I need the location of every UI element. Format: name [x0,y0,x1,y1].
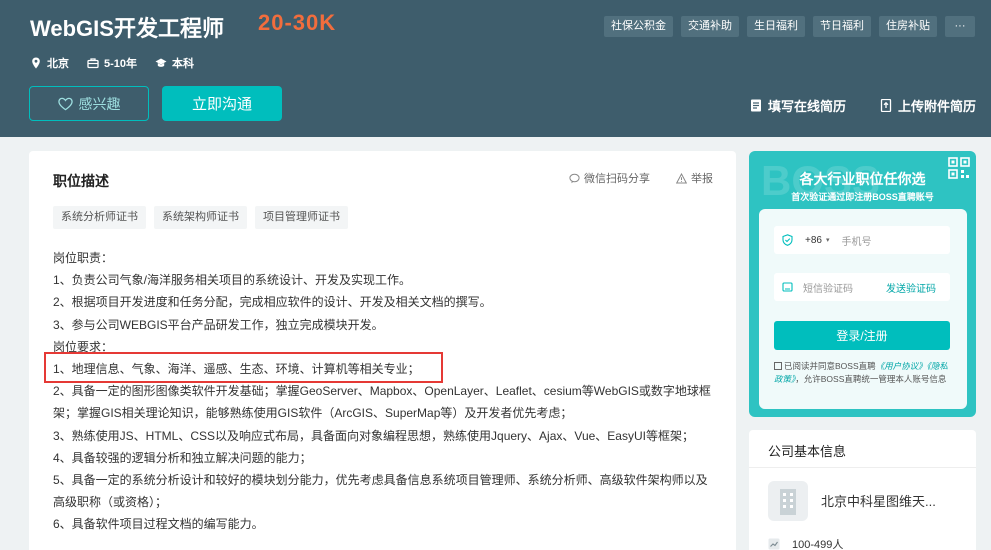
fill-online-resume-link[interactable]: 填写在线简历 [750,96,846,115]
description-line: 4、具备较强的逻辑分析和独立解决问题的能力； [53,450,312,465]
section-title: 职位描述 [53,173,109,189]
benefit-tag: 生日福利 [747,16,805,37]
description-line: 3、参与公司WEBGIS平台产品研发工作，独立完成模块开发。 [53,317,384,332]
education: 本科 [155,55,194,71]
agreement-checkbox[interactable] [774,362,782,370]
briefcase-icon [87,58,99,69]
description-line: 5、具备一定的系统分析设计和较好的模块划分能力，优先考虑具备信息系统项目管理师、… [53,473,708,488]
company-name-link[interactable]: 北京中科星图维天... [821,491,936,510]
description-line: 架；掌握GIS相关理论知识，能够熟练使用GIS软件（ArcGIS、SuperMa… [53,406,573,421]
wechat-share-link[interactable]: 微信扫码分享 [569,170,650,186]
sms-code-field[interactable]: 短信验证码 发送验证码 [774,273,950,301]
job-header: WebGIS开发工程师 20-30K 北京 5-10年 本科 社保公积金 交通补… [0,0,991,137]
job-description-card: 职位描述 微信扫码分享 举报 系统分析师证书 系统架构师证书 项目管理师证书 岗… [29,151,736,550]
message-icon [782,282,793,292]
promo-title: 各大行业职位任你选 [799,171,926,187]
experience-text: 5-10年 [104,58,138,70]
phone-placeholder: 手机号 [841,236,872,248]
report-label: 举报 [691,173,713,185]
company-logo[interactable] [768,481,808,521]
location: 北京 [30,55,69,71]
chat-bubble-icon [569,173,580,183]
send-code-button[interactable]: 发送验证码 [886,280,936,295]
agree-prefix: 已阅读并同意BOSS直聘 [784,361,876,371]
fill-resume-label: 填写在线简历 [768,99,847,114]
benefit-tag: 交通补助 [681,16,739,37]
certificate-tag: 系统分析师证书 [53,206,146,229]
job-meta: 北京 5-10年 本科 [30,55,194,71]
benefit-tag: 住房补贴 [879,16,937,37]
upload-resume-label: 上传附件简历 [898,99,977,114]
job-title: WebGIS开发工程师 [30,16,224,41]
company-section-title: 公司基本信息 [768,444,847,459]
description-line: 高级职称（或资格）； [53,495,168,510]
user-agreement-link[interactable]: 《用户协议》 [876,361,927,371]
resume-icon [751,99,761,112]
phone-field[interactable]: +86 ▾ 手机号 [774,226,950,254]
country-code-select[interactable]: +86 [805,235,822,246]
shield-icon [782,234,793,246]
sms-code-placeholder: 短信验证码 [803,283,853,295]
report-link[interactable]: 举报 [676,170,713,186]
login-register-button[interactable]: 登录/注册 [774,321,950,350]
agree-suffix: ，允许BOSS直聘统一管理本人账号信息 [795,373,947,384]
company-size: 100-499人 [768,536,843,550]
attachment-icon [880,99,892,112]
promo-subtitle: 首次验证通过即注册BOSS直聘账号 [791,192,934,202]
share-label: 微信扫码分享 [584,173,650,185]
graduation-cap-icon [155,58,167,67]
chart-icon [768,538,780,550]
more-benefits-button[interactable]: ··· [945,16,975,37]
heart-icon [57,97,73,110]
location-icon [32,57,40,69]
upload-resume-link[interactable]: 上传附件简历 [880,96,976,115]
chat-now-button[interactable]: 立即沟通 [162,86,282,121]
description-line: 2、根据项目开发进度和任务分配，完成相应软件的设计、开发及相关文档的撰写。 [53,295,492,310]
divider [749,467,976,468]
job-description-text: 岗位职责： 1、负责公司气象/海洋服务相关项目的系统设计、开发及实现工作。 2、… [53,247,723,536]
agreement-text: 已阅读并同意BOSS直聘《用户协议》《隐私政策》，允许BOSS直聘统一管理本人账… [774,360,954,385]
benefit-tag: 社保公积金 [604,16,673,37]
interest-label: 感兴趣 [78,95,121,112]
education-text: 本科 [172,58,195,70]
experience: 5-10年 [87,55,137,71]
description-line: 岗位职责： [53,251,114,265]
warning-icon [676,172,687,183]
location-text: 北京 [47,58,69,70]
certificate-tags: 系统分析师证书 系统架构师证书 项目管理师证书 [53,206,348,229]
description-line: 1、负责公司气象/海洋服务相关项目的系统设计、开发及实现工作。 [53,273,412,288]
chevron-down-icon: ▾ [825,237,830,244]
company-size-text: 100-499人 [792,539,844,550]
benefit-tags: 社保公积金 交通补助 生日福利 节日福利 住房补贴 ··· [604,16,975,37]
company-info-card: 公司基本信息 北京中科星图维天... 100-499人 [749,430,976,550]
salary: 20-30K [258,10,337,35]
interest-button[interactable]: 感兴趣 [29,86,149,121]
description-line: 3、熟练使用JS、HTML、CSS以及响应式布局，具备面向对象编程思想，熟练使用… [53,428,694,443]
description-line: 2、具备一定的图形图像类软件开发基础；掌握GeoServer、Mapbox、Op… [53,384,711,399]
description-line: 6、具备软件项目过程文档的编写能力。 [53,517,264,532]
login-promo-card: BOSS 各大行业职位任你选 首次验证通过即注册BOSS直聘账号 +86 ▾ 手… [749,151,976,417]
certificate-tag: 系统架构师证书 [154,206,247,229]
highlight-box [44,352,443,383]
benefit-tag: 节日福利 [813,16,871,37]
certificate-tag: 项目管理师证书 [255,206,348,229]
login-form: +86 ▾ 手机号 短信验证码 发送验证码 登录/注册 已阅读并同意BOSS直聘… [759,209,967,409]
building-icon [780,489,796,515]
